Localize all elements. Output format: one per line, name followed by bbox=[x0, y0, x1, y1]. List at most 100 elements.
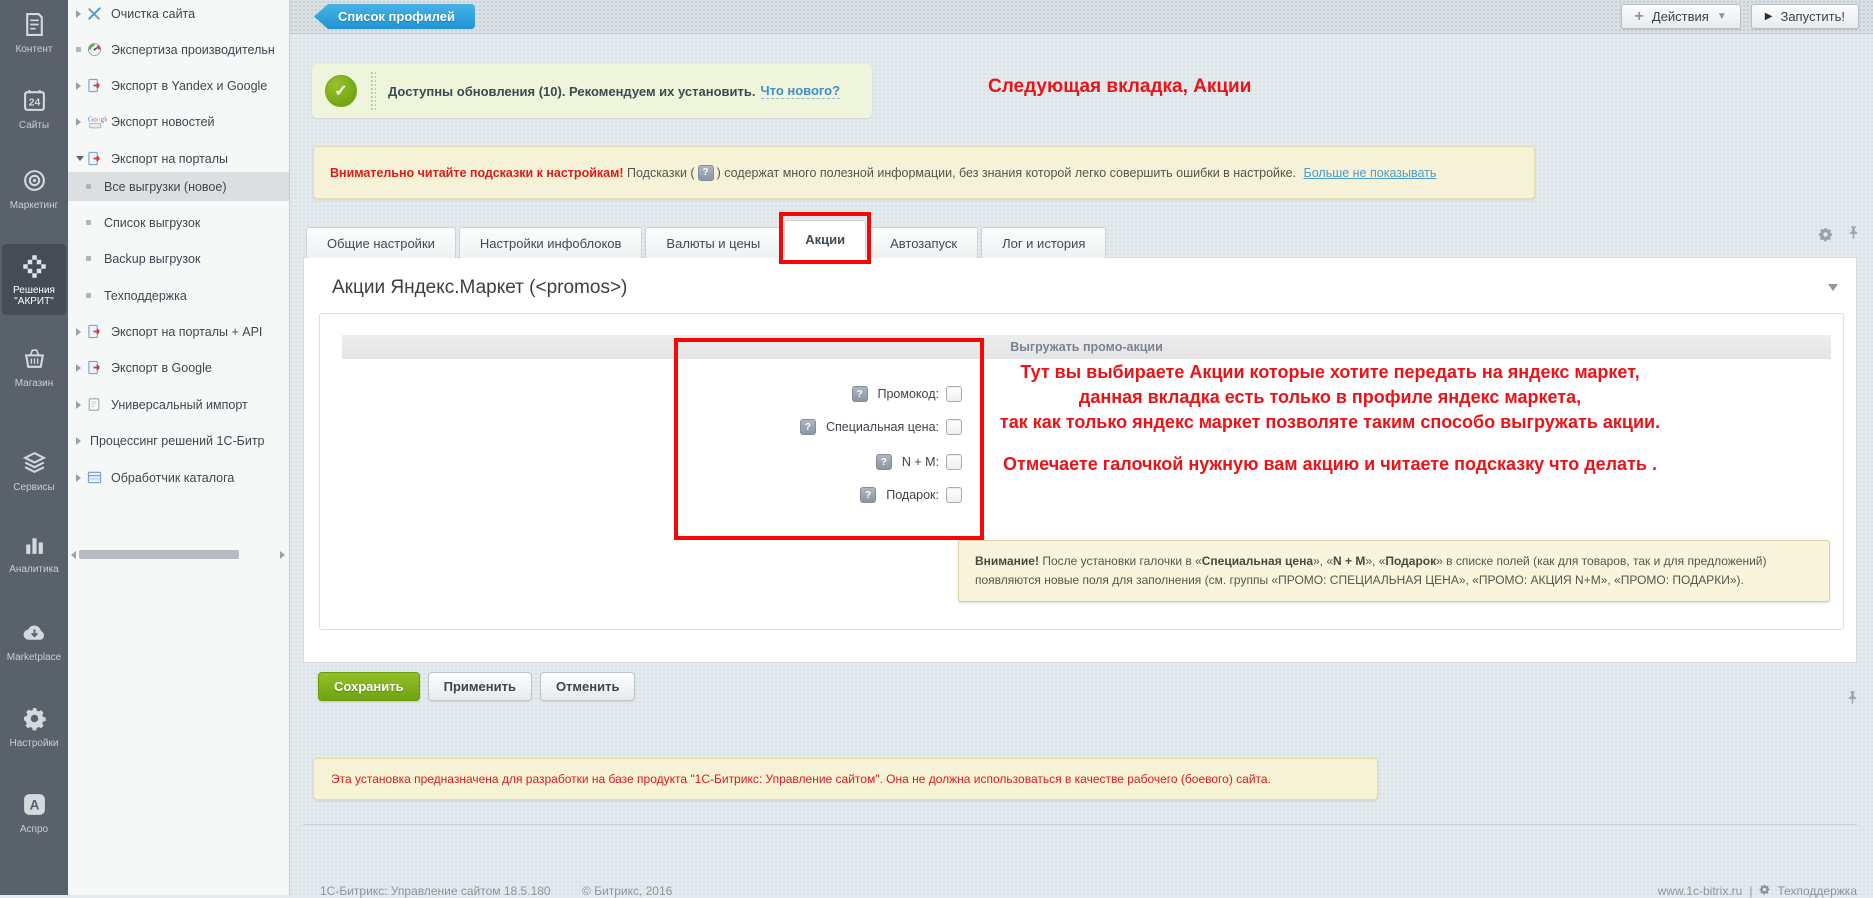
tab-general-settings[interactable]: Общие настройки bbox=[306, 227, 456, 258]
rail-item-sites[interactable]: 24Сайты bbox=[2, 88, 66, 131]
collapse-chevron-icon[interactable] bbox=[1828, 284, 1838, 291]
tab-infoblock-settings[interactable]: Настройки инфоблоков bbox=[459, 227, 643, 258]
chevron-collapsed-icon bbox=[76, 10, 86, 18]
attention-note-segment: », « bbox=[1313, 554, 1333, 568]
menu-item-label: Экспорт на порталы + API bbox=[111, 325, 262, 339]
export-icon bbox=[87, 324, 107, 339]
tab-log-history[interactable]: Лог и история bbox=[981, 227, 1106, 258]
menu-item-exports-backup[interactable]: Backup выгрузок bbox=[68, 244, 289, 273]
form-section-header: Выгружать промо-акции bbox=[342, 335, 1831, 359]
whats-new-link[interactable]: Что нового? bbox=[761, 83, 841, 99]
menu-item-export-portals-api[interactable]: Экспорт на порталы + API bbox=[68, 317, 289, 346]
pin-icon[interactable] bbox=[1845, 690, 1860, 710]
apply-button[interactable]: Применить bbox=[428, 672, 532, 701]
field-label: Промокод: bbox=[878, 387, 940, 401]
bullet-icon bbox=[86, 184, 96, 189]
help-icon[interactable]: ? bbox=[876, 454, 892, 470]
rail-item-akrit-solutions[interactable]: Решения "АКРИТ" bbox=[2, 244, 66, 315]
side-menu: Очистка сайта Экспертиза производительн Эк… bbox=[68, 0, 290, 895]
cancel-button[interactable]: Отменить bbox=[540, 672, 636, 701]
menu-item-export-news[interactable]: GoogleЭкспорт новостей bbox=[68, 107, 289, 136]
promo-form: Выгружать промо-акции ? Промокод:? Специал… bbox=[319, 313, 1844, 630]
footer-links: www.1c-bitrix.ru | Техподдержка bbox=[1658, 884, 1857, 898]
rail-item-settings[interactable]: Настройки bbox=[2, 706, 66, 749]
rail-item-aspro[interactable]: AАспро bbox=[2, 792, 66, 835]
save-button[interactable]: Сохранить bbox=[318, 672, 420, 701]
annotation-line: Отмечаете галочкой нужную вам акцию и чи… bbox=[980, 452, 1680, 477]
help-icon[interactable]: ? bbox=[852, 386, 868, 402]
menu-horizontal-scrollbar[interactable] bbox=[68, 549, 288, 561]
menu-item-exports-list[interactable]: Список выгрузок bbox=[68, 208, 289, 237]
pin-icon[interactable] bbox=[1846, 225, 1861, 245]
rail-item-label: Контент bbox=[15, 44, 52, 55]
menu-item-tech-support[interactable]: Техподдержка bbox=[68, 281, 289, 310]
chevron-collapsed-icon bbox=[76, 364, 86, 372]
settings-icon bbox=[2, 706, 66, 734]
google-icon: Google bbox=[87, 114, 107, 129]
menu-item-export-google[interactable]: Экспорт в Google bbox=[68, 353, 289, 382]
toolbar-actions: + Действия ▼ ▶ Запустить! bbox=[1621, 4, 1859, 29]
help-icon[interactable]: ? bbox=[860, 487, 876, 503]
hints-notice: Внимательно читайте подсказки к настройк… bbox=[313, 146, 1535, 199]
sites-icon: 24 bbox=[2, 88, 66, 116]
export-icon bbox=[87, 78, 107, 93]
menu-item-export-yandex-google[interactable]: Экспорт в Yandex и Google bbox=[68, 71, 289, 100]
hints-text-after: ) содержат много полезной информации, бе… bbox=[717, 166, 1300, 180]
rail-item-label: Аспро bbox=[20, 824, 48, 835]
tab-autostart[interactable]: Автозапуск bbox=[869, 227, 978, 258]
annotation-line: так как только яндекс маркет позволяте т… bbox=[980, 410, 1680, 435]
bitrix-site-link[interactable]: www.1c-bitrix.ru bbox=[1658, 884, 1743, 898]
rail-item-content[interactable]: Контент bbox=[2, 12, 66, 55]
menu-item-performance-check[interactable]: Экспертиза производительн bbox=[68, 35, 289, 64]
tab-label: Лог и история bbox=[1002, 236, 1085, 251]
menu-item-catalog-processor[interactable]: Обработчик каталога bbox=[68, 463, 289, 492]
annotation-box-checkboxes bbox=[674, 338, 984, 540]
tab-promos[interactable]: Акции bbox=[784, 220, 866, 258]
form-row-gift: ?Подарок: bbox=[320, 484, 962, 506]
svg-text:Google: Google bbox=[88, 116, 107, 124]
actions-label: Действия bbox=[1652, 9, 1709, 24]
tab-currencies-prices[interactable]: Валюты и цены bbox=[645, 227, 781, 258]
rail-item-marketing[interactable]: Маркетинг bbox=[2, 168, 66, 211]
shop-icon bbox=[2, 346, 66, 374]
footer-copyright: © Битрикс, 2016 bbox=[582, 884, 672, 898]
section-title: Акции Яндекс.Маркет (<promos>) bbox=[332, 277, 627, 299]
akrit-icon bbox=[2, 253, 66, 281]
chevron-collapsed-icon bbox=[76, 437, 86, 445]
checkbox-n-plus-m[interactable] bbox=[946, 454, 962, 470]
checkbox-promocode[interactable] bbox=[946, 386, 962, 402]
scrollbar-thumb[interactable] bbox=[79, 550, 239, 559]
help-icon[interactable]: ? bbox=[800, 419, 816, 435]
actions-button[interactable]: + Действия ▼ bbox=[1621, 4, 1741, 29]
scroll-left-icon[interactable] bbox=[71, 551, 76, 559]
annotation-line: Тут вы выбираете Акции которые хотите пе… bbox=[980, 360, 1680, 385]
profiles-list-button[interactable]: Список профилей bbox=[314, 4, 475, 29]
rail-item-analytics[interactable]: Аналитика bbox=[2, 532, 66, 575]
rail-item-services[interactable]: Сервисы bbox=[2, 450, 66, 493]
form-row-promocode: ? Промокод: bbox=[320, 383, 962, 405]
checkbox-gift[interactable] bbox=[946, 487, 962, 503]
support-gear-icon bbox=[1759, 884, 1770, 898]
attention-note-segment: Специальная цена bbox=[1202, 554, 1313, 568]
run-button[interactable]: ▶ Запустить! bbox=[1751, 4, 1859, 29]
menu-item-1c-bitrix-processing[interactable]: Процессинг решений 1С-Битр bbox=[68, 426, 289, 455]
menu-item-all-exports-new[interactable]: Все выгрузки (новое) bbox=[68, 172, 289, 201]
scroll-right-icon[interactable] bbox=[280, 551, 285, 559]
chevron-down-icon: ▼ bbox=[1717, 11, 1727, 22]
menu-item-universal-import[interactable]: Универсальный импорт bbox=[68, 390, 289, 419]
tab-label: Акции bbox=[805, 232, 845, 247]
svg-text:24: 24 bbox=[28, 98, 40, 109]
menu-item-site-cleanup[interactable]: Очистка сайта bbox=[68, 0, 289, 28]
attention-note-segment: N + M bbox=[1333, 554, 1365, 568]
rail-item-marketplace[interactable]: Marketplace bbox=[2, 620, 66, 663]
menu-item-export-portals[interactable]: Экспорт на порталы bbox=[68, 144, 289, 173]
dont-show-again-link[interactable]: Больше не показывать bbox=[1304, 166, 1437, 180]
chevron-collapsed-icon bbox=[76, 401, 86, 409]
menu-item-label: Backup выгрузок bbox=[104, 252, 200, 266]
chevron-collapsed-icon bbox=[76, 118, 86, 126]
attention-note-segment: Внимание! bbox=[975, 554, 1039, 568]
support-link[interactable]: Техподдержка bbox=[1777, 884, 1857, 898]
checkbox-special-price[interactable] bbox=[946, 419, 962, 435]
rail-item-shop[interactable]: Магазин bbox=[2, 346, 66, 389]
gear-icon[interactable] bbox=[1818, 227, 1833, 247]
